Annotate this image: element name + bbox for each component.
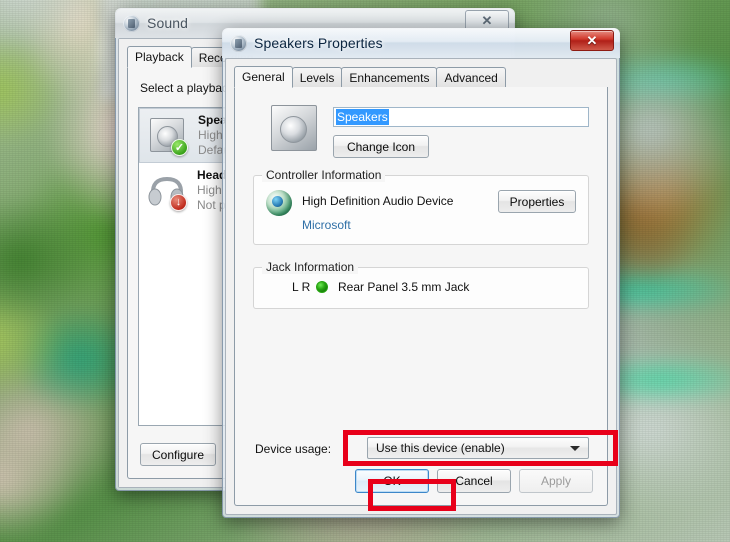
playback-hint: Select a playback <box>140 81 235 95</box>
controller-properties-button[interactable]: Properties <box>498 190 576 213</box>
jack-color-indicator-icon <box>316 281 328 293</box>
device-name-input[interactable]: Speakers <box>333 107 589 127</box>
jack-group-label: Jack Information <box>262 260 359 274</box>
controller-properties-label: Properties <box>509 194 565 209</box>
properties-titlebar[interactable]: Speakers Properties ✕ <box>222 28 620 58</box>
speaker-icon <box>271 105 317 151</box>
audio-device-icon <box>266 190 292 216</box>
tab-general[interactable]: General <box>234 66 293 88</box>
sound-title: Sound <box>147 15 188 31</box>
tab-levels[interactable]: Levels <box>291 67 343 87</box>
cancel-button[interactable]: Cancel <box>437 469 511 493</box>
disabled-device-icon: ↓ <box>170 193 187 211</box>
properties-close-button[interactable]: ✕ <box>570 30 614 51</box>
chevron-down-icon <box>570 446 580 451</box>
cancel-label: Cancel <box>455 474 493 488</box>
device-usage-dropdown[interactable]: Use this device (enable) <box>367 437 589 459</box>
desktop: Sound ✕ Playback Recording Select a play… <box>0 0 730 542</box>
apply-label: Apply <box>540 474 572 488</box>
device-usage-value: Use this device (enable) <box>376 441 505 455</box>
tab-playback[interactable]: Playback <box>127 46 192 68</box>
apply-button[interactable]: Apply <box>519 469 593 493</box>
device-usage-row: Device usage: Use this device (enable) <box>253 437 589 461</box>
ok-label: OK <box>383 474 401 488</box>
controller-group-label: Controller Information <box>262 168 386 182</box>
dialog-buttons: OK Cancel Apply <box>355 469 593 493</box>
tab-advanced[interactable]: Advanced <box>436 67 506 87</box>
properties-tabstrip: General Levels Enhancements Advanced <box>234 66 608 88</box>
properties-body: General Levels Enhancements Advanced Spe… <box>225 58 617 515</box>
change-icon-label: Change Icon <box>346 139 416 154</box>
speakers-properties-dialog[interactable]: Speakers Properties ✕ General Levels Enh… <box>222 28 620 518</box>
speaker-properties-icon <box>230 34 247 52</box>
change-icon-button[interactable]: Change Icon <box>333 135 429 158</box>
tab-enhancements[interactable]: Enhancements <box>341 67 438 87</box>
jack-description: Rear Panel 3.5 mm Jack <box>338 280 470 294</box>
default-device-check-icon: ✓ <box>171 138 188 156</box>
controller-vendor: Microsoft <box>302 218 351 232</box>
speaker-device-icon-wrap: ✓ <box>148 115 190 157</box>
jack-channels-label: L R <box>292 280 311 294</box>
controller-name: High Definition Audio Device <box>302 194 454 208</box>
properties-title: Speakers Properties <box>254 35 383 51</box>
general-tab-page: Speakers Change Icon Controller Informat… <box>234 87 608 506</box>
configure-button[interactable]: Configure <box>140 443 216 466</box>
headphones-device-icon-wrap: ↓ <box>147 170 189 212</box>
sound-icon <box>123 14 140 32</box>
jack-information-group: Jack Information L R Rear Panel 3.5 mm J… <box>253 260 589 309</box>
ok-button[interactable]: OK <box>355 469 429 493</box>
device-name-value: Speakers <box>336 109 389 125</box>
device-usage-label: Device usage: <box>255 442 332 456</box>
controller-information-group: Controller Information High Definition A… <box>253 168 589 245</box>
